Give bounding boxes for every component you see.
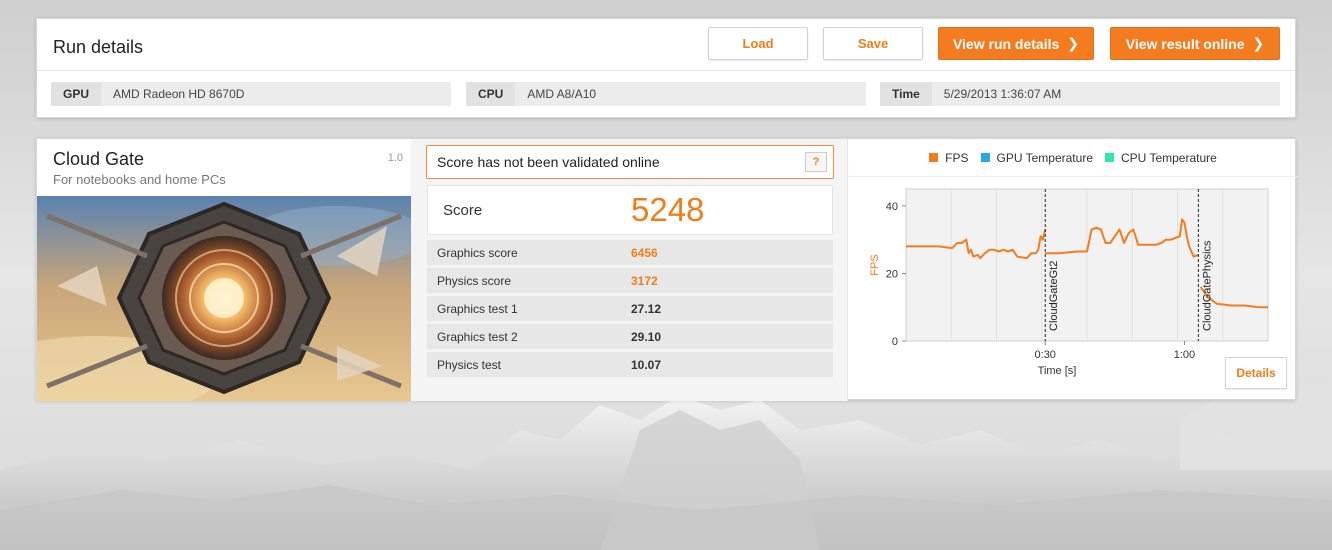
details-button-label: Details	[1236, 366, 1276, 380]
benchmark-name: Cloud Gate	[53, 149, 145, 169]
time-value: 5/29/2013 1:36:07 AM	[943, 87, 1062, 101]
panel-title: Run details	[53, 37, 144, 57]
time-label: Time	[880, 82, 932, 106]
legend-swatch	[980, 153, 990, 162]
view-result-online-button[interactable]: View result online ❯	[1110, 27, 1280, 60]
test-marker-label: CloudGateGt2	[1048, 261, 1060, 331]
legend-label: GPU Temperature	[996, 150, 1094, 165]
row-value: 6456	[631, 245, 658, 260]
save-button-label: Save	[857, 36, 889, 51]
legend-item-gpu-temperature[interactable]: GPU Temperature	[980, 150, 1094, 165]
legend-swatch	[929, 153, 939, 162]
save-button[interactable]: Save	[823, 27, 923, 60]
chevron-right-icon: ❯	[1252, 35, 1265, 51]
score-row: Graphics score 6456	[427, 240, 833, 265]
x-tick-label: 0:30	[1035, 349, 1056, 361]
row-label: Physics score	[437, 273, 512, 288]
divider	[37, 70, 1295, 71]
benchmark-artwork	[37, 196, 411, 401]
score-row: Physics score 3172	[427, 268, 833, 293]
view-result-online-label: View result online	[1125, 35, 1245, 52]
row-value: 10.07	[631, 357, 662, 372]
monitoring-chart-panel: FPS GPU Temperature CPU Temperature 0 20 4…	[847, 139, 1298, 401]
x-axis-label: Time [s]	[1038, 365, 1077, 377]
y-axis-label: FPS	[869, 254, 881, 275]
legend-label: CPU Temperature	[1121, 150, 1217, 165]
legend-swatch	[1105, 153, 1114, 162]
legend-item-cpu-temperature[interactable]: CPU Temperature	[1105, 151, 1217, 165]
benchmark-subtitle: For notebooks and home PCs	[53, 172, 226, 187]
validation-message: Score has not been validated online	[437, 154, 660, 170]
score-label: Score	[443, 202, 483, 219]
validation-notice: Score has not been validated online ?	[426, 145, 834, 179]
gpu-info: GPU AMD Radeon HD 8670D	[51, 82, 451, 106]
run-details-panel: Run details Load Save View run details ❯…	[36, 18, 1296, 118]
overall-score: Score 5248	[427, 185, 833, 235]
test-marker-label: CloudGatePhysics	[1201, 240, 1213, 331]
row-label: Graphics test 1	[437, 301, 518, 316]
cpu-label: CPU	[466, 82, 516, 106]
chart-legend: FPS GPU Temperature CPU Temperature	[848, 139, 1298, 177]
score-row: Physics test 10.07	[427, 352, 833, 377]
cpu-value: AMD A8/A10	[527, 87, 597, 101]
benchmark-result-card: Cloud Gate For notebooks and home PCs 1.…	[36, 138, 1298, 401]
help-button[interactable]: ?	[805, 152, 827, 172]
legend-label: FPS	[945, 150, 969, 165]
cpu-info: CPU AMD A8/A10	[466, 82, 866, 106]
view-run-details-label: View run details	[952, 35, 1060, 52]
score-row: Graphics test 2 29.10	[427, 324, 833, 349]
gpu-label: GPU	[51, 82, 102, 106]
row-label: Graphics test 2	[437, 329, 518, 344]
row-value: 27.12	[631, 301, 662, 316]
scores-panel: Score has not been validated online ? Sc…	[411, 139, 847, 401]
row-value: 3172	[631, 273, 658, 288]
chevron-right-icon: ❯	[1067, 35, 1080, 51]
legend-item-fps[interactable]: FPS	[929, 150, 969, 165]
benchmark-version: 1.0	[387, 152, 403, 164]
benchmark-header: Cloud Gate For notebooks and home PCs 1.…	[37, 139, 411, 195]
row-label: Physics test	[437, 357, 502, 372]
y-tick-label: 20	[886, 268, 898, 280]
help-icon: ?	[812, 156, 820, 168]
details-button[interactable]: Details	[1225, 357, 1287, 389]
time-info: Time 5/29/2013 1:36:07 AM	[880, 82, 1280, 106]
load-button-label: Load	[742, 36, 774, 51]
y-tick-label: 40	[886, 201, 898, 213]
view-run-details-button[interactable]: View run details ❯	[938, 27, 1094, 60]
x-tick-label: 1:00	[1174, 349, 1195, 361]
row-label: Graphics score	[437, 245, 518, 260]
row-value: 29.10	[631, 329, 662, 344]
gpu-value: AMD Radeon HD 8670D	[113, 87, 245, 101]
score-value: 5248	[631, 191, 705, 228]
load-button[interactable]: Load	[708, 27, 808, 60]
y-tick-label: 0	[892, 336, 898, 348]
score-row: Graphics test 1 27.12	[427, 296, 833, 321]
